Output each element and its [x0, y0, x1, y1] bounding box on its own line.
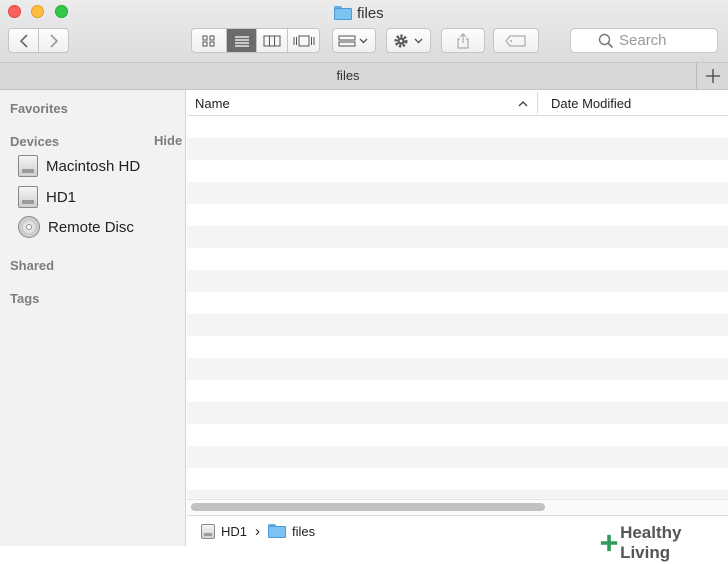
tag-icon [505, 34, 526, 47]
sidebar-heading-shared: Shared [10, 258, 55, 273]
tab-bar: files [0, 63, 728, 90]
sidebar-item-hd1[interactable]: HD1 [18, 184, 76, 210]
tab-title[interactable]: files [0, 68, 696, 83]
icon-grid-icon [202, 35, 215, 46]
cover-flow-icon [293, 35, 314, 46]
edit-tags-button[interactable] [493, 28, 539, 53]
sidebar-heading-tags: Tags [10, 291, 40, 306]
chevron-right-icon [49, 33, 58, 48]
column-header-date-modified[interactable]: Date Modified [551, 96, 631, 111]
forward-button[interactable] [39, 29, 68, 52]
devices-hide-button[interactable]: Hide [154, 133, 182, 148]
sidebar-item-label: HD1 [46, 188, 77, 206]
icon-view-button[interactable] [192, 29, 227, 52]
folder-icon [268, 524, 287, 538]
path-item-hd1[interactable]: HD1 [221, 524, 247, 539]
back-button[interactable] [9, 29, 39, 52]
watermark: Healthy Living [597, 522, 728, 564]
sidebar-item-remote-disc[interactable]: Remote Disc [18, 214, 134, 240]
search-placeholder: Search [619, 32, 667, 49]
column-divider[interactable] [537, 92, 538, 114]
column-header-name[interactable]: Name [195, 96, 230, 111]
sidebar-item-label: Remote Disc [48, 218, 134, 236]
close-window-button[interactable] [8, 5, 21, 18]
view-mode-control [191, 28, 320, 53]
zoom-window-button[interactable] [55, 5, 68, 18]
hard-drive-icon [201, 523, 215, 539]
plus-icon [705, 69, 720, 83]
sidebar-item-label: Macintosh HD [46, 157, 141, 175]
leaf-cross-icon [600, 534, 618, 552]
share-button[interactable] [441, 28, 485, 53]
new-tab-button[interactable] [696, 63, 728, 89]
back-forward-control [8, 28, 69, 53]
watermark-text: Healthy Living [620, 523, 682, 562]
list-view-button[interactable] [227, 29, 257, 52]
columns-icon [263, 35, 281, 46]
disc-icon [18, 216, 40, 238]
hard-drive-icon [18, 155, 38, 177]
cover-flow-view-button[interactable] [288, 29, 319, 52]
hard-drive-icon [18, 186, 38, 208]
list-lines-icon [234, 35, 249, 47]
column-header-row: Name Date Modified [187, 90, 728, 116]
sidebar-item-macintosh-hd[interactable]: Macintosh HD [18, 153, 140, 179]
share-icon [457, 32, 469, 49]
path-item-files[interactable]: files [292, 524, 315, 539]
file-list[interactable]: Name Date Modified [187, 90, 728, 499]
horizontal-scrollbar[interactable] [187, 499, 728, 515]
action-menu-button[interactable] [386, 28, 431, 53]
file-list-rows[interactable] [187, 116, 728, 499]
search-field[interactable]: Search [570, 28, 718, 53]
folder-icon [334, 6, 352, 20]
window-title: files [334, 2, 384, 24]
arrange-grid-icon [338, 35, 368, 46]
sidebar-heading-devices: Devices [10, 134, 60, 149]
sort-ascending-icon[interactable] [517, 94, 529, 112]
window-title-text: files [357, 4, 384, 22]
gear-icon [394, 34, 422, 47]
search-icon [598, 33, 614, 49]
sidebar: Favorites Devices Hide Macintosh HD HD1 … [0, 90, 186, 546]
scrollbar-thumb[interactable] [191, 503, 545, 511]
window-toolbar: files Search [0, 0, 728, 63]
arrange-button[interactable] [332, 28, 376, 53]
minimize-window-button[interactable] [31, 5, 44, 18]
chevron-left-icon [19, 33, 28, 48]
path-separator: › [255, 522, 261, 540]
sidebar-heading-favorites: Favorites [10, 101, 68, 116]
column-view-button[interactable] [257, 29, 288, 52]
